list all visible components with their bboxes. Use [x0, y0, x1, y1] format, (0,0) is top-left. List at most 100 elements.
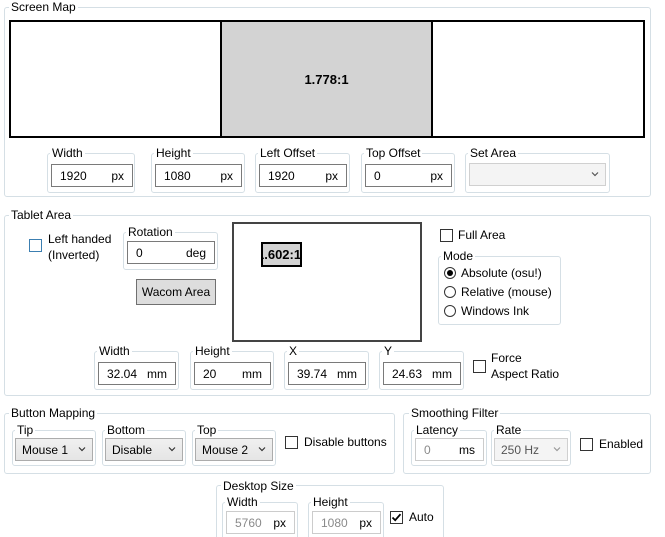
mode-relative-label: Relative (mouse)	[461, 285, 552, 299]
screen-width-input[interactable]: 1920 px	[51, 164, 133, 187]
top-button-dropdown[interactable]: Mouse 2	[195, 438, 273, 461]
latency-value: 0	[424, 443, 431, 457]
set-area-dropdown[interactable]	[469, 163, 606, 186]
chevron-down-icon	[591, 172, 599, 177]
force-aspect-label-line1: Force	[491, 351, 522, 365]
screen-height-field: Height 1080 px	[151, 146, 245, 193]
tip-label: Tip	[15, 423, 36, 437]
tablet-y-unit: mm	[432, 367, 452, 381]
mode-windows-ink-radio[interactable]	[444, 305, 456, 317]
mode-absolute-radio[interactable]	[444, 267, 456, 279]
smoothing-filter-title: Smoothing Filter	[409, 406, 501, 420]
tablet-y-value: 24.63	[392, 367, 423, 381]
left-offset-value: 1920	[268, 169, 295, 183]
rotation-label: Rotation	[126, 225, 175, 239]
smoothing-enabled-checkbox[interactable]	[580, 438, 593, 451]
screen-width-field: Width 1920 px	[47, 146, 135, 193]
tablet-height-input[interactable]: 20 mm	[194, 362, 271, 385]
tablet-y-field: Y 24.63 mm	[379, 344, 464, 390]
bottom-dropdown[interactable]: Disable	[105, 438, 183, 461]
rate-label: Rate	[494, 423, 524, 437]
chevron-down-icon	[168, 447, 176, 452]
bottom-field: Bottom Disable	[102, 423, 186, 466]
chevron-down-icon	[78, 447, 86, 452]
tablet-width-input[interactable]: 32.04 mm	[98, 362, 176, 385]
left-handed-label-line1: Left handed	[48, 232, 112, 246]
tablet-x-unit: mm	[337, 367, 357, 381]
tablet-height-unit: mm	[242, 367, 262, 381]
tablet-width-label: Width	[97, 344, 132, 358]
tablet-width-value: 32.04	[107, 367, 138, 381]
force-aspect-checkbox[interactable]	[473, 360, 486, 373]
desktop-height-unit: px	[359, 516, 372, 530]
tablet-active-area[interactable]: 1.602:1	[261, 242, 302, 267]
check-icon	[391, 513, 402, 522]
mode-absolute-label: Absolute (osu!)	[461, 266, 542, 280]
full-area-checkbox[interactable]	[440, 229, 453, 242]
tablet-x-input[interactable]: 39.74 mm	[288, 362, 366, 385]
tip-dropdown[interactable]: Mouse 1	[15, 438, 93, 461]
top-offset-value: 0	[374, 169, 381, 183]
rotation-value: 0	[136, 246, 143, 260]
mode-field: Mode Absolute (osu!) Relative (mouse) Wi…	[438, 249, 561, 325]
screen-map-monitor-right	[435, 22, 643, 136]
top-offset-label: Top Offset	[364, 146, 423, 160]
left-offset-input[interactable]: 1920 px	[259, 164, 347, 187]
rate-value: 250 Hz	[501, 443, 540, 457]
tablet-x-label: X	[287, 344, 300, 358]
desktop-height-input[interactable]: 1080 px	[312, 511, 381, 534]
screen-height-input[interactable]: 1080 px	[155, 164, 242, 187]
mode-label: Mode	[441, 249, 476, 263]
left-offset-field: Left Offset 1920 px	[255, 146, 350, 193]
set-area-field: Set Area	[465, 146, 610, 193]
top-offset-input[interactable]: 0 px	[365, 164, 452, 187]
tablet-area-canvas[interactable]: 1.602:1	[232, 222, 422, 342]
force-aspect-label-line2: Aspect Ratio	[491, 367, 560, 381]
top-button-field: Top Mouse 2	[192, 423, 276, 466]
desktop-width-unit: px	[273, 516, 286, 530]
tablet-height-label: Height	[193, 344, 232, 358]
disable-buttons-label: Disable buttons	[304, 435, 387, 449]
desktop-width-field: Width 5760 px	[222, 495, 298, 537]
auto-checkbox[interactable]	[390, 511, 403, 524]
left-offset-unit: px	[325, 169, 338, 183]
screen-width-unit: px	[111, 169, 124, 183]
rotation-input[interactable]: 0 deg	[127, 241, 215, 264]
top-button-value: Mouse 2	[202, 443, 249, 457]
latency-input[interactable]: 0 ms	[415, 438, 484, 461]
chevron-down-icon	[258, 447, 266, 452]
screen-map-active-area[interactable]: 1.778:1	[222, 22, 433, 136]
bottom-value: Disable	[112, 443, 153, 457]
mode-relative-radio[interactable]	[444, 286, 456, 298]
set-area-label: Set Area	[468, 146, 519, 160]
screen-width-value: 1920	[60, 169, 87, 183]
mode-windows-ink-label: Windows Ink	[461, 304, 530, 318]
rate-dropdown[interactable]: 250 Hz	[494, 438, 568, 461]
desktop-width-input[interactable]: 5760 px	[226, 511, 295, 534]
rotation-field: Rotation 0 deg	[123, 225, 218, 270]
smoothing-enabled-label: Enabled	[599, 437, 644, 451]
left-handed-label-line2: (Inverted)	[48, 248, 100, 262]
wacom-area-button[interactable]: Wacom Area	[136, 279, 216, 305]
tablet-x-value: 39.74	[297, 367, 328, 381]
rate-field: Rate 250 Hz	[491, 423, 571, 466]
screen-map-monitor-left	[11, 22, 222, 136]
tablet-ratio-label: 1.602:1	[261, 247, 302, 262]
top-offset-field: Top Offset 0 px	[361, 146, 455, 193]
top-offset-unit: px	[430, 169, 443, 183]
button-mapping-title: Button Mapping	[9, 406, 98, 420]
latency-field: Latency 0 ms	[411, 423, 487, 466]
tablet-height-value: 20	[203, 367, 217, 381]
desktop-width-value: 5760	[235, 516, 262, 530]
screen-map-title: Screen Map	[9, 0, 78, 14]
screen-map-canvas[interactable]: 1.778:1	[9, 20, 645, 138]
full-area-label: Full Area	[458, 228, 506, 242]
auto-label: Auto	[409, 510, 434, 524]
desktop-height-value: 1080	[321, 516, 348, 530]
tablet-y-input[interactable]: 24.63 mm	[383, 362, 461, 385]
desktop-height-field: Height 1080 px	[308, 495, 384, 537]
disable-buttons-checkbox[interactable]	[285, 436, 298, 449]
tip-field: Tip Mouse 1	[12, 423, 96, 466]
screen-height-label: Height	[154, 146, 193, 160]
left-handed-checkbox[interactable]	[29, 239, 42, 252]
